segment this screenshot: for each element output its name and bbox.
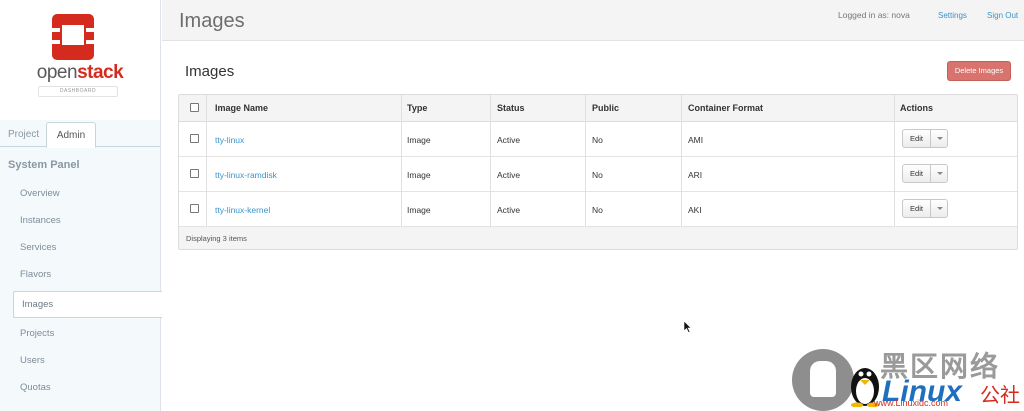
column-header-status[interactable]: Status [497, 103, 525, 113]
edit-button[interactable]: Edit [903, 130, 930, 147]
sidebar-item-flavors[interactable]: Flavors [20, 269, 51, 280]
sidebar-item-instances[interactable]: Instances [20, 215, 61, 226]
logged-in-user: Logged in as: nova [838, 10, 910, 20]
table-header: Image Name Type Status Public Container … [179, 95, 1017, 122]
delete-images-button[interactable]: Delete Images [947, 61, 1011, 81]
images-table: Image Name Type Status Public Container … [178, 94, 1018, 250]
brand-name: openstack [0, 62, 160, 84]
column-header-container-format[interactable]: Container Format [688, 103, 763, 113]
row-checkbox[interactable] [190, 204, 199, 213]
image-public: No [592, 170, 603, 180]
section-title: Images [185, 63, 235, 80]
select-all-checkbox[interactable] [190, 103, 199, 112]
sidebar-item-images[interactable]: Images [13, 291, 162, 318]
image-container-format: ARI [688, 170, 703, 180]
dashboard-tabs: Project Admin [0, 122, 160, 148]
image-container-format: AKI [688, 205, 702, 215]
panel-title: System Panel [8, 159, 80, 171]
sidebar-item-projects[interactable]: Projects [20, 328, 54, 339]
sidebar-item-quotas[interactable]: Quotas [20, 382, 51, 393]
column-divider [894, 95, 895, 227]
column-divider [401, 95, 402, 227]
chevron-down-icon[interactable] [930, 130, 947, 147]
image-container-format: AMI [688, 135, 704, 145]
column-header-image-name[interactable]: Image Name [215, 103, 268, 113]
tab-admin[interactable]: Admin [46, 122, 96, 148]
row-checkbox[interactable] [190, 169, 199, 178]
image-public: No [592, 205, 603, 215]
page-header: Images Logged in as: nova Settings Sign … [162, 0, 1024, 41]
brand-name-part2: stack [77, 62, 124, 83]
edit-button[interactable]: Edit [903, 165, 930, 182]
table-footer: Displaying 3 items [179, 227, 1017, 249]
column-divider [206, 95, 207, 227]
column-divider [585, 95, 586, 227]
edit-button[interactable]: Edit [903, 200, 930, 217]
image-status: Active [497, 170, 521, 180]
chevron-down-icon[interactable] [930, 165, 947, 182]
column-divider [681, 95, 682, 227]
sidebar-item-users[interactable]: Users [20, 355, 45, 366]
tab-project[interactable]: Project [0, 122, 47, 147]
openstack-logo-icon [52, 14, 94, 60]
logo[interactable]: openstack DASHBOARD [0, 0, 160, 120]
settings-link[interactable]: Settings [938, 11, 967, 20]
watermark-logo-icon [792, 349, 854, 411]
column-header-public[interactable]: Public [592, 103, 619, 113]
table-row: tty-linux Image Active No AMI Edit [179, 122, 1017, 157]
image-type: Image [407, 170, 431, 180]
sidebar: openstack DASHBOARD Project Admin System… [0, 0, 162, 411]
edit-button-group: Edit [902, 129, 948, 148]
sidebar-item-services[interactable]: Services [20, 242, 56, 253]
chevron-down-icon[interactable] [930, 200, 947, 217]
mouse-cursor-icon [683, 320, 692, 333]
column-divider [490, 95, 491, 227]
image-status: Active [497, 135, 521, 145]
image-name-link[interactable]: tty-linux [215, 135, 244, 145]
edit-button-group: Edit [902, 199, 948, 218]
sidebar-item-overview[interactable]: Overview [20, 188, 60, 199]
brand-name-part1: open [36, 62, 78, 83]
table-row: tty-linux-ramdisk Image Active No ARI Ed… [179, 157, 1017, 192]
brand-subtitle: DASHBOARD [38, 86, 118, 97]
image-name-link[interactable]: tty-linux-ramdisk [215, 170, 277, 180]
row-checkbox[interactable] [190, 134, 199, 143]
image-type: Image [407, 205, 431, 215]
sign-out-link[interactable]: Sign Out [987, 11, 1018, 20]
image-type: Image [407, 135, 431, 145]
column-header-type[interactable]: Type [407, 103, 427, 113]
watermark-url: www.Linuxidc.com [874, 398, 949, 408]
watermark-she: 公社 [980, 383, 1020, 407]
image-public: No [592, 135, 603, 145]
table-row: tty-linux-kernel Image Active No AKI Edi… [179, 192, 1017, 227]
image-status: Active [497, 205, 521, 215]
app-root: openstack DASHBOARD Project Admin System… [0, 0, 1024, 411]
edit-button-group: Edit [902, 164, 948, 183]
page-title: Images [179, 10, 245, 32]
item-count: Displaying 3 items [186, 234, 247, 243]
image-name-link[interactable]: tty-linux-kernel [215, 205, 270, 215]
column-header-actions: Actions [900, 103, 934, 113]
